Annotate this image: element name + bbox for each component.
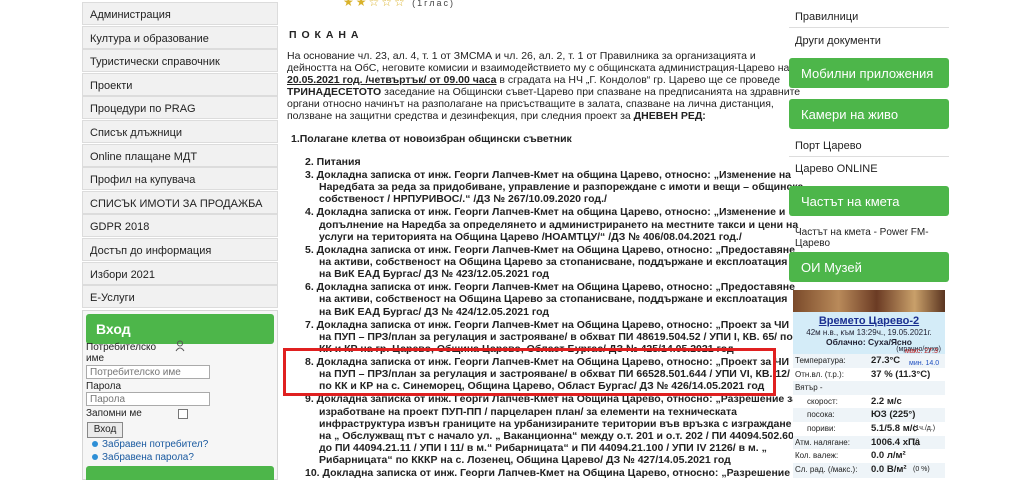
- link-other-docs[interactable]: Други документи: [789, 35, 949, 47]
- user-icon: [175, 339, 185, 352]
- weather-label: Вятър -: [795, 383, 823, 393]
- weather-label: Кол. валеж:: [795, 451, 839, 461]
- weather-label: пориви:: [807, 424, 836, 433]
- menu-item[interactable]: GDPR 2018: [82, 214, 278, 238]
- agenda-line: 5. Докладна записка от инж. Георги Лапче…: [305, 243, 795, 256]
- forgot-pass-link[interactable]: Забравена парола?: [92, 452, 194, 463]
- agenda-line: изработване на проект ПУП-ПП / парцеларе…: [319, 405, 737, 418]
- weather-value: 2.2 м/с: [871, 395, 902, 407]
- weather-value: 0.0 л/м²: [871, 450, 906, 462]
- weather-max: макс. 27.3: [905, 348, 938, 355]
- password-input[interactable]: [86, 392, 210, 406]
- username-input[interactable]: [86, 365, 210, 379]
- agenda-line: 6. Докладна записка от инж. Георги Лапче…: [305, 281, 795, 294]
- weather-title[interactable]: Времето Царево-2: [793, 315, 945, 327]
- mobile-apps-header[interactable]: Мобилни приложения: [789, 58, 949, 88]
- agenda-line: 2. Питания: [305, 156, 361, 168]
- weather-label: посока:: [807, 410, 835, 420]
- mayor-hour-header[interactable]: Частът на кмета: [789, 186, 949, 216]
- museum-header[interactable]: ОИ Музей: [789, 252, 949, 282]
- weather-label: Сл. рад. (/макс.):: [795, 464, 858, 474]
- menu-item[interactable]: Online плащане МДТ: [82, 143, 278, 167]
- intro-line-5: органи относно начинът на разполагане на…: [287, 98, 774, 110]
- menu-item[interactable]: СПИСЪК ИМОТИ ЗА ПРОДАЖБА: [82, 190, 278, 214]
- menu-item[interactable]: Култура и образование: [82, 25, 278, 49]
- rating-stars[interactable]: ★★☆☆☆ (1глас): [343, 0, 455, 9]
- agenda-line: 7. Докладна записка от инж. Георги Лапче…: [305, 318, 790, 331]
- link-port-tsarevo[interactable]: Порт Царево: [789, 140, 949, 152]
- bullet-icon: [92, 454, 98, 461]
- agenda-line: услуги на територията на Община Царево /…: [319, 230, 742, 243]
- agenda-line: допълнение на Наредба за определянето и …: [319, 218, 799, 231]
- password-label: Парола: [86, 381, 122, 392]
- menu-item[interactable]: Проекти: [82, 72, 278, 96]
- weather-extra: (/): [913, 438, 920, 446]
- menu-item[interactable]: Профил на купувача: [82, 167, 278, 191]
- menu-item[interactable]: Достъп до информация: [82, 238, 278, 261]
- weather-meta: 42м н.в., към 13:29ч., 19.05.2021г.: [806, 328, 932, 337]
- weather-label: Температура:: [795, 356, 846, 365]
- remember-label: Запомни ме: [86, 408, 142, 419]
- weather-value: 0.0 В/м²: [871, 463, 907, 475]
- weather-label: Атм. налягане:: [795, 437, 850, 447]
- username-label-2: име: [86, 353, 105, 364]
- link-mayor-power-fm-2[interactable]: Царево: [789, 238, 949, 249]
- agenda-line: собственост / НРПУРИВОС/.“ /ДЗ № 267/10.…: [319, 193, 607, 206]
- weather-extra: (0 %): [913, 465, 930, 473]
- weather-value: 27.3°C: [871, 355, 901, 366]
- agenda-line: до ПИ 44094.21.11 / УПИ I 11/ в м.“ Риба…: [319, 442, 767, 455]
- agenda-line: 3. Докладна записка от инж. Георги Лапче…: [305, 169, 792, 181]
- agenda-line: на ВиК ЕАД Бургас/ ДЗ № 423/12.05.2021 г…: [319, 268, 550, 281]
- intro-line-3: 20.05.2021 год. /четвъртък/ от 09.00 час…: [287, 74, 781, 86]
- link-mayor-power-fm[interactable]: Частът на кмета - Power FM-: [789, 227, 949, 238]
- invitation-heading: П О К А Н А: [289, 29, 360, 41]
- next-section-header: [86, 466, 274, 480]
- menu-item[interactable]: Туристически справочник: [82, 49, 278, 73]
- agenda-line: Рибарницата“ по КККР на с. Лозенец, Общи…: [319, 454, 731, 467]
- weather-value: ЮЗ (225°): [871, 409, 916, 421]
- agenda-line: инфраструктура извън границите на урбани…: [319, 417, 792, 430]
- intro-line-2: дейността на ОбС, неговите комисии и вза…: [287, 62, 790, 74]
- login-button[interactable]: Вход: [87, 422, 123, 438]
- weather-label: Отн.вл. (т.р.):: [795, 369, 844, 379]
- main-content: ★★☆☆☆ (1глас) П О К А Н А На основание ч…: [283, 0, 804, 480]
- menu-item[interactable]: Администрация: [82, 2, 278, 25]
- weather-widget[interactable]: Времето Царево-2 42м н.в., към 13:29ч., …: [793, 290, 945, 480]
- agenda-line: на „ Обслужващ път с начало ул. „ Ваканц…: [319, 430, 797, 442]
- menu-item[interactable]: Избори 2021: [82, 261, 278, 285]
- weather-extra: (1ч./д.): [913, 425, 936, 432]
- username-label: Потребителско: [86, 342, 157, 353]
- divider: [789, 27, 949, 28]
- remember-checkbox[interactable]: [178, 409, 188, 419]
- agenda-line: Наредбата за реда за придобиване, управл…: [319, 181, 804, 194]
- agenda-line: на ВиК ЕАД Бургас/ ДЗ № 424/12.05.2021 г…: [319, 305, 550, 318]
- weather-label: скорост:: [807, 396, 838, 406]
- weather-value: 5.1/5.8 м/с: [871, 423, 918, 434]
- bullet-icon: [92, 441, 98, 448]
- agenda-line: на активи, собственост на Община Царево …: [319, 293, 788, 306]
- intro-line-6: ползване на защитни средства и дезинфекц…: [287, 110, 706, 122]
- link-tsarevo-online[interactable]: Царево ONLINE: [789, 163, 949, 175]
- weather-value: 37 % (11.3°C): [871, 368, 931, 380]
- highlight-box: [283, 348, 776, 396]
- agenda-line: на ПУП – ПРЗ/план за регулация и застроя…: [319, 330, 793, 343]
- weather-row: Сл. рад. (/макс.): 0.0 В/м² (0 %): [793, 462, 945, 478]
- menu-item[interactable]: Списък длъжници: [82, 120, 278, 143]
- divider: [789, 156, 949, 157]
- link-pravilnici[interactable]: Правилници: [789, 11, 949, 23]
- weather-min: мин. 14.0: [909, 360, 940, 367]
- agenda-line: на активи, собственост на Община Царево …: [319, 256, 788, 268]
- weather-photo: [793, 290, 945, 314]
- menu-item[interactable]: Процедури по PRAG: [82, 96, 278, 120]
- forgot-user-link[interactable]: Забравен потребител?: [92, 439, 208, 450]
- agenda-item-1: 1.Полагане клетва от новоизбран общински…: [291, 133, 572, 145]
- intro-line-1: На основание чл. 23, ал. 4, т. 1 от ЗМСМ…: [287, 50, 756, 62]
- menu-item[interactable]: Е-Услуги: [82, 285, 278, 309]
- live-cams-header[interactable]: Камери на живо: [789, 99, 949, 129]
- intro-line-4: ТРИНАДЕСЕТОТО заседание на Общински съве…: [287, 86, 801, 98]
- agenda-line: 4. Докладна записка от инж. Георги Лапче…: [305, 206, 786, 219]
- agenda-line: 10. Докладна записка от инж. Георги Лапч…: [305, 467, 804, 480]
